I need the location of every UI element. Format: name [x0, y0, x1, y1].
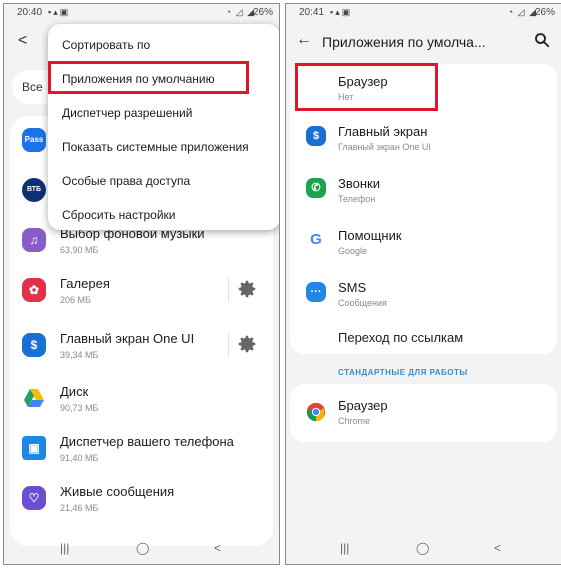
- item-sub: Телефон: [338, 194, 376, 204]
- recents-icon[interactable]: |||: [340, 541, 349, 555]
- item-sub: Сообщения: [338, 298, 387, 308]
- divider: [228, 278, 229, 302]
- overflow-menu: Сортировать по Приложения по умолчанию Д…: [48, 24, 279, 230]
- item-name: Переход по ссылкам: [338, 330, 464, 345]
- page-title: Приложения по умолча...: [322, 34, 486, 50]
- back-icon[interactable]: <: [214, 541, 221, 555]
- app-size: 39,34 МБ: [60, 350, 99, 360]
- item-name: Браузер: [338, 398, 388, 413]
- menu-item-permission-manager[interactable]: Диспетчер разрешений: [62, 106, 192, 120]
- app-bar: ← Приложения по умолча...: [286, 22, 561, 62]
- app-size: 206 МБ: [60, 295, 91, 305]
- item-name: Звонки: [338, 176, 380, 191]
- menu-item-reset-settings[interactable]: Сбросить настройки: [62, 208, 175, 222]
- filter-label: Все: [22, 80, 43, 94]
- list-item-link-handling[interactable]: Переход по ссылкам: [290, 322, 557, 352]
- gear-icon[interactable]: [236, 278, 258, 300]
- status-time: 20:41: [299, 7, 325, 18]
- highlight-box: [295, 63, 438, 111]
- highlight-box: [48, 61, 249, 94]
- vtb-icon: ВТБ: [22, 178, 46, 202]
- flower-icon: ✿: [22, 278, 46, 302]
- back-icon[interactable]: <: [494, 541, 501, 555]
- google-icon: G: [306, 230, 326, 250]
- list-item-assistant[interactable]: G Помощник Google: [290, 220, 557, 270]
- back-arrow-icon[interactable]: <: [18, 32, 27, 50]
- status-bar: 20:41 ▪▴▣ ◔ ◿ ◢ 26%: [286, 4, 561, 22]
- home-icon[interactable]: ◯: [416, 541, 429, 555]
- work-apps-list: Браузер Chrome: [290, 384, 557, 442]
- notification-icons: ▪▴▣: [48, 7, 71, 17]
- app-size: 90,73 МБ: [60, 403, 99, 413]
- navigation-bar: ||| ◯ <: [4, 536, 279, 564]
- search-icon[interactable]: [533, 31, 551, 49]
- gear-icon[interactable]: [236, 333, 258, 355]
- heart-message-icon: ♡: [22, 486, 46, 510]
- list-item-work-browser[interactable]: Браузер Chrome: [290, 384, 557, 442]
- item-name: SMS: [338, 280, 367, 295]
- app-name: Диск: [60, 384, 89, 399]
- divider: [228, 333, 229, 357]
- list-item[interactable]: ♡ Живые сообщения 21,46 МБ: [10, 474, 273, 524]
- navigation-bar: ||| ◯ <: [286, 536, 561, 564]
- menu-item-sort[interactable]: Сортировать по: [62, 38, 150, 52]
- item-sub: Главный экран One UI: [338, 142, 431, 152]
- messages-icon: ···: [306, 282, 326, 302]
- status-bar: 20:40 ▪▴▣ ◔ ◿ ◢ 26%: [4, 4, 279, 22]
- list-item[interactable]: Диск 90,73 МБ: [10, 374, 273, 424]
- recents-icon[interactable]: |||: [60, 541, 69, 555]
- list-item-sms[interactable]: ··· SMS Сообщения: [290, 272, 557, 322]
- chrome-icon: [306, 402, 326, 422]
- section-header: СТАНДАРТНЫЕ ДЛЯ РАБОТЫ: [338, 368, 468, 377]
- app-name: Диспетчер вашего телефона: [60, 434, 234, 449]
- app-name: Живые сообщения: [60, 484, 175, 499]
- battery-level: 26%: [252, 7, 273, 18]
- phone-companion-icon: ▣: [22, 436, 46, 460]
- right-phone-screen: 20:41 ▪▴▣ ◔ ◿ ◢ 26% ← Приложения по умол…: [285, 3, 561, 565]
- list-item-home-screen[interactable]: $ Главный экран Главный экран One UI: [290, 116, 557, 166]
- item-name: Помощник: [338, 228, 402, 243]
- back-arrow-icon[interactable]: ←: [296, 31, 312, 49]
- app-size: 21,46 МБ: [60, 503, 99, 513]
- menu-item-special-access[interactable]: Особые права доступа: [62, 174, 190, 188]
- pass-icon: Pass: [22, 128, 46, 152]
- app-size: 63,90 МБ: [60, 245, 99, 255]
- list-item-calls[interactable]: ✆ Звонки Телефон: [290, 168, 557, 218]
- home-app-icon: $: [306, 126, 326, 146]
- app-name: Галерея: [60, 276, 110, 291]
- menu-item-show-system-apps[interactable]: Показать системные приложения: [62, 140, 249, 154]
- one-ui-home-icon: $: [22, 333, 46, 357]
- signal-icons: ◔ ◿ ◢: [507, 7, 537, 17]
- home-icon[interactable]: ◯: [136, 541, 149, 555]
- drive-icon: [24, 389, 44, 407]
- status-time: 20:40: [17, 7, 43, 18]
- item-sub: Chrome: [338, 416, 371, 426]
- notification-icons: ▪▴▣: [330, 7, 353, 17]
- battery-level: 26%: [534, 7, 555, 18]
- phone-icon: ✆: [306, 178, 326, 198]
- list-item[interactable]: $ Главный экран One UI 39,34 МБ: [10, 321, 273, 371]
- music-icon: ♫: [22, 228, 46, 252]
- item-name: Главный экран: [338, 124, 428, 139]
- list-item[interactable]: ✿ Галерея 206 МБ: [10, 266, 273, 316]
- item-sub: Google: [338, 246, 368, 256]
- signal-icons: ◔ ◿ ◢: [225, 7, 255, 17]
- left-phone-screen: 20:40 ▪▴▣ ◔ ◿ ◢ 26% < Все Pass ВТБ ♫ Выб…: [3, 3, 280, 565]
- app-name: Главный экран One UI: [60, 331, 195, 346]
- app-size: 91,40 МБ: [60, 453, 99, 463]
- list-item[interactable]: ▣ Диспетчер вашего телефона 91,40 МБ: [10, 424, 273, 474]
